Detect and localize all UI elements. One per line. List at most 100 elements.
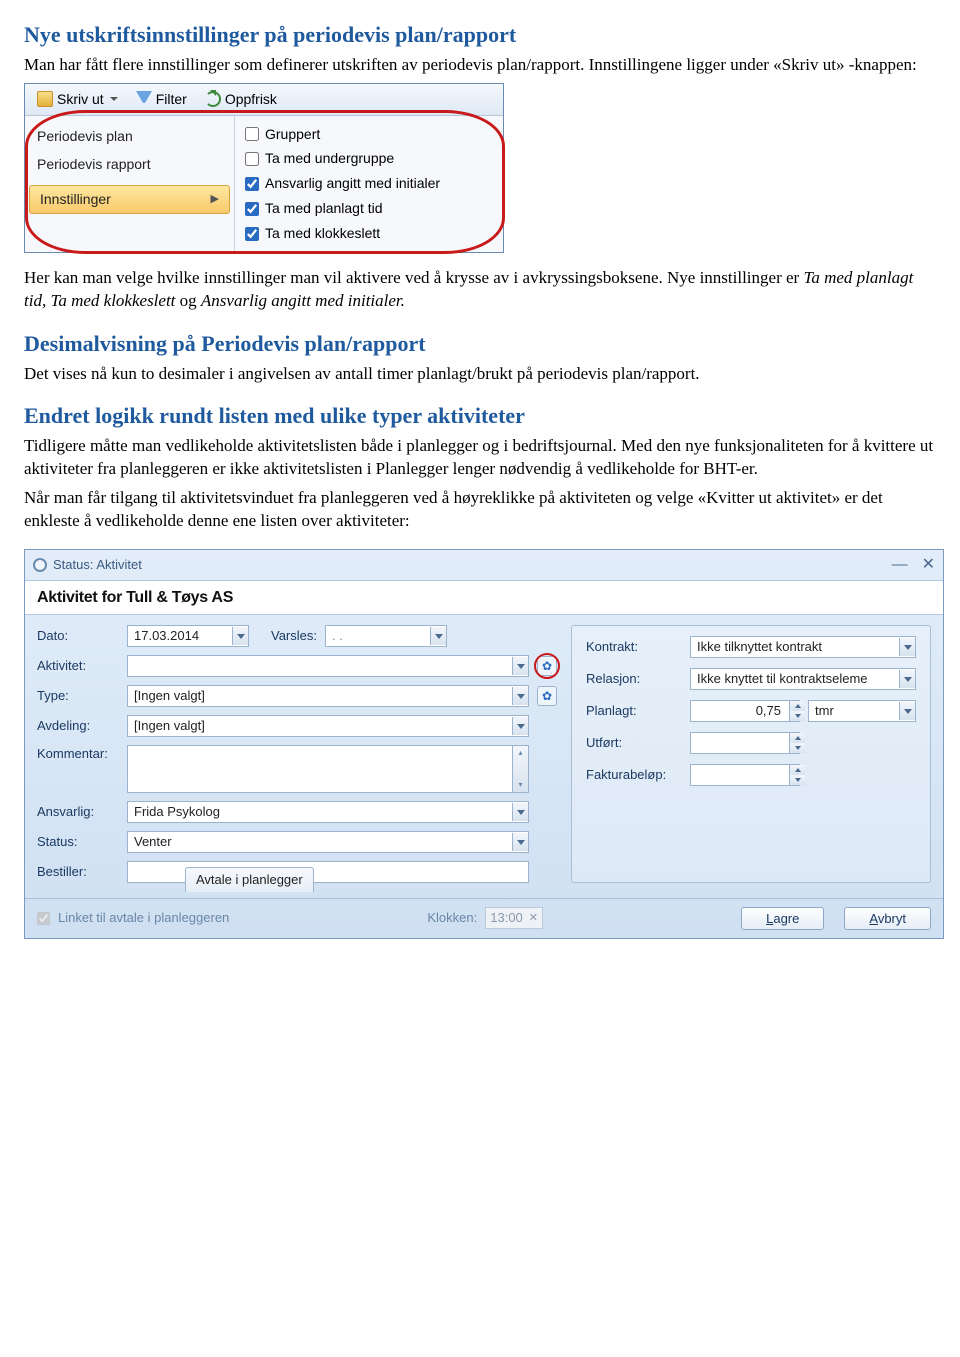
para-decimal: Det vises nå kun to desimaler i angivels… [24, 363, 936, 386]
dropdown-icon[interactable] [899, 638, 915, 656]
label-planlagt: Ta med planlagt tid [265, 199, 383, 218]
dato-input[interactable]: 17.03.2014 [127, 625, 249, 647]
status-input[interactable]: Venter [127, 831, 529, 853]
checkbox-klokkeslett[interactable] [245, 227, 259, 241]
label-kommentar: Kommentar: [37, 745, 119, 763]
label-avdeling: Avdeling: [37, 717, 119, 735]
ansvarlig-input[interactable]: Frida Psykolog [127, 801, 529, 823]
oppfrisk-label: Oppfrisk [225, 90, 277, 109]
clear-icon[interactable]: ✕ [529, 911, 538, 926]
dropdown-icon[interactable] [512, 717, 528, 735]
filter-button[interactable]: Filter [130, 88, 193, 111]
aktivitet-dialog: Status: Aktivitet — ✕ Aktivitet for Tull… [24, 549, 944, 939]
dialog-buttons: Lagre Avbryt [741, 907, 931, 930]
checkbox-planlagt[interactable] [245, 202, 259, 216]
para-logic-2: Når man får tilgang til aktivitetsvindue… [24, 487, 936, 533]
avdeling-input[interactable]: [Ingen valgt] [127, 715, 529, 737]
filter-icon [136, 91, 152, 107]
row-status: Status: Venter [37, 831, 557, 853]
section-logic: Endret logikk rundt listen med ulike typ… [24, 401, 936, 532]
dialog-title-text: Status: Aktivitet [53, 556, 142, 574]
label-utfort: Utført: [586, 734, 682, 752]
avbryt-button[interactable]: Avbryt [844, 907, 931, 930]
kontrakt-input[interactable]: Ikke tilknyttet kontrakt [690, 636, 916, 658]
checkbox-initialer[interactable] [245, 177, 259, 191]
utfort-input[interactable] [690, 732, 800, 754]
scrollbar[interactable]: ▴▾ [512, 746, 528, 792]
faktura-input[interactable] [690, 764, 800, 786]
menu-item-innstillinger[interactable]: Innstillinger ▶ [29, 185, 230, 214]
minimize-icon[interactable]: — [892, 554, 908, 576]
label-planlagt: Planlagt: [586, 702, 682, 720]
printer-icon [37, 91, 53, 107]
row-utfort: Utført: [586, 732, 916, 754]
stepper[interactable] [789, 765, 805, 785]
section-decimal: Desimalvisning på Periodevis plan/rappor… [24, 329, 936, 386]
row-aktivitet: Aktivitet: ✿ [37, 655, 557, 677]
label-ansvarlig: Ansvarlig: [37, 803, 119, 821]
scroll-up-icon[interactable]: ▴ [513, 746, 528, 760]
dropdown-icon[interactable] [430, 627, 446, 645]
klokken-value: 13:00✕ [485, 907, 543, 929]
tab-avtale[interactable]: Avtale i planlegger [185, 867, 314, 892]
dropdown-icon[interactable] [899, 702, 915, 720]
heading-print-settings: Nye utskriftsinnstillinger på periodevis… [24, 20, 936, 50]
checkbox-gruppert[interactable] [245, 127, 259, 141]
close-icon[interactable]: ✕ [922, 554, 935, 576]
stepper[interactable] [789, 701, 805, 721]
skriv-ut-label: Skriv ut [57, 90, 104, 109]
row-dato: Dato: 17.03.2014 Varsles: . . [37, 625, 557, 647]
window-controls: — ✕ [892, 554, 935, 576]
menu-toolbar: Skriv ut Filter Oppfrisk [25, 84, 503, 116]
stepper[interactable] [789, 733, 805, 753]
check-undergruppe[interactable]: Ta med undergruppe [243, 146, 495, 171]
checkbox-undergruppe[interactable] [245, 152, 259, 166]
lagre-button[interactable]: Lagre [741, 907, 824, 930]
linket-check: Linket til avtale i planleggeren [37, 909, 229, 927]
menu-item-rapport[interactable]: Periodevis rapport [25, 150, 234, 179]
dropdown-icon[interactable] [232, 627, 248, 645]
row-kommentar: Kommentar: ▴▾ [37, 745, 557, 793]
dropdown-icon[interactable] [512, 657, 528, 675]
type-input[interactable]: [Ingen valgt] [127, 685, 529, 707]
check-gruppert[interactable]: Gruppert [243, 122, 495, 147]
kommentar-input[interactable]: ▴▾ [127, 745, 529, 793]
label-type: Type: [37, 687, 119, 705]
check-klokkeslett[interactable]: Ta med klokkeslett [243, 221, 495, 246]
check-planlagt[interactable]: Ta med planlagt tid [243, 196, 495, 221]
label-klokken: Klokken: [427, 909, 477, 927]
checkbox-linket [37, 912, 50, 925]
type-gear-button[interactable]: ✿ [537, 686, 557, 706]
row-ansvarlig: Ansvarlig: Frida Psykolog [37, 801, 557, 823]
dialog-body: Dato: 17.03.2014 Varsles: . . Aktivitet:… [25, 615, 943, 891]
planlagt-input[interactable]: 0,75 [690, 700, 800, 722]
row-faktura: Fakturabeløp: [586, 764, 916, 786]
menu-body: Periodevis plan Periodevis rapport Innst… [25, 116, 503, 252]
heading-logic: Endret logikk rundt listen med ulike typ… [24, 401, 936, 431]
label-bestiller: Bestiller: [37, 863, 119, 881]
oppfrisk-button[interactable]: Oppfrisk [199, 88, 283, 111]
varsles-input[interactable]: . . [325, 625, 447, 647]
label-faktura: Fakturabeløp: [586, 766, 682, 784]
menu-item-plan[interactable]: Periodevis plan [25, 122, 234, 151]
dropdown-icon[interactable] [512, 803, 528, 821]
dialog-bottom: Linket til avtale i planleggeren Klokken… [25, 898, 943, 938]
dropdown-icon[interactable] [512, 687, 528, 705]
dropdown-icon [110, 97, 118, 101]
label-kontrakt: Kontrakt: [586, 638, 682, 656]
planlagt-unit[interactable]: tmr [808, 700, 916, 722]
check-initialer[interactable]: Ansvarlig angitt med initialer [243, 171, 495, 196]
label-aktivitet: Aktivitet: [37, 657, 119, 675]
dialog-titlebar: Status: Aktivitet — ✕ [25, 550, 943, 580]
dropdown-icon[interactable] [899, 670, 915, 688]
aktivitet-gear-button[interactable]: ✿ [537, 656, 557, 676]
relasjon-input[interactable]: Ikke knyttet til kontraktseleme [690, 668, 916, 690]
aktivitet-input[interactable] [127, 655, 529, 677]
row-planlagt: Planlagt: 0,75 tmr [586, 700, 916, 722]
dropdown-icon[interactable] [512, 833, 528, 851]
menu-left-column: Periodevis plan Periodevis rapport Innst… [25, 116, 235, 252]
print-menu-screenshot: Skriv ut Filter Oppfrisk Periodevis plan… [24, 83, 504, 253]
skriv-ut-button[interactable]: Skriv ut [31, 88, 124, 111]
filter-label: Filter [156, 90, 187, 109]
scroll-down-icon[interactable]: ▾ [513, 778, 528, 792]
